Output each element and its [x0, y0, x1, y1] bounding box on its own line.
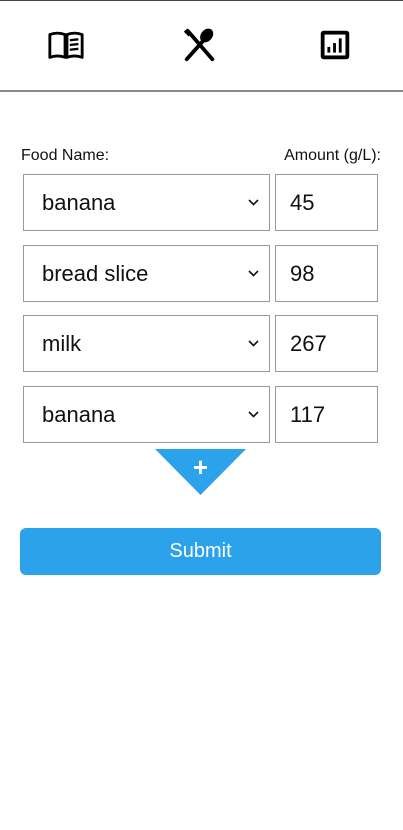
chevron-down-icon: [243, 270, 263, 277]
nav-food-button[interactable]: [178, 23, 222, 67]
food-select-value: bread slice: [42, 260, 149, 286]
food-row: milk 267: [23, 315, 379, 372]
food-select[interactable]: banana: [23, 174, 270, 231]
amount-input[interactable]: 267: [275, 315, 378, 372]
food-select[interactable]: bread slice: [23, 245, 270, 302]
submit-button[interactable]: Submit: [20, 528, 381, 575]
chart-icon: [320, 30, 350, 60]
food-select-value: banana: [42, 401, 116, 427]
column-labels: Food Name: Amount (g/L):: [21, 147, 383, 167]
add-row-button[interactable]: +: [155, 449, 246, 495]
nav-stats-button[interactable]: [313, 23, 357, 67]
book-icon: [48, 31, 84, 59]
food-select[interactable]: banana: [23, 386, 270, 443]
chevron-down-icon: [243, 199, 263, 206]
amount-input[interactable]: 117: [275, 386, 378, 443]
food-name-label: Food Name:: [21, 147, 110, 164]
food-select-value: banana: [42, 189, 116, 215]
food-select[interactable]: milk: [23, 315, 270, 372]
nav-book-button[interactable]: [44, 23, 88, 67]
amount-input[interactable]: 45: [275, 174, 378, 231]
food-row: bread slice 98: [23, 245, 379, 302]
utensils-icon: [183, 28, 215, 62]
amount-label: Amount (g/L):: [284, 147, 381, 164]
chevron-down-icon: [243, 411, 263, 418]
food-row: banana 117: [23, 386, 379, 443]
food-row: banana 45: [23, 174, 379, 231]
add-row-label: +: [193, 452, 208, 482]
top-nav-bar: [0, 0, 403, 92]
food-select-value: milk: [42, 330, 82, 356]
chevron-down-icon: [243, 340, 263, 347]
amount-input[interactable]: 98: [275, 245, 378, 302]
